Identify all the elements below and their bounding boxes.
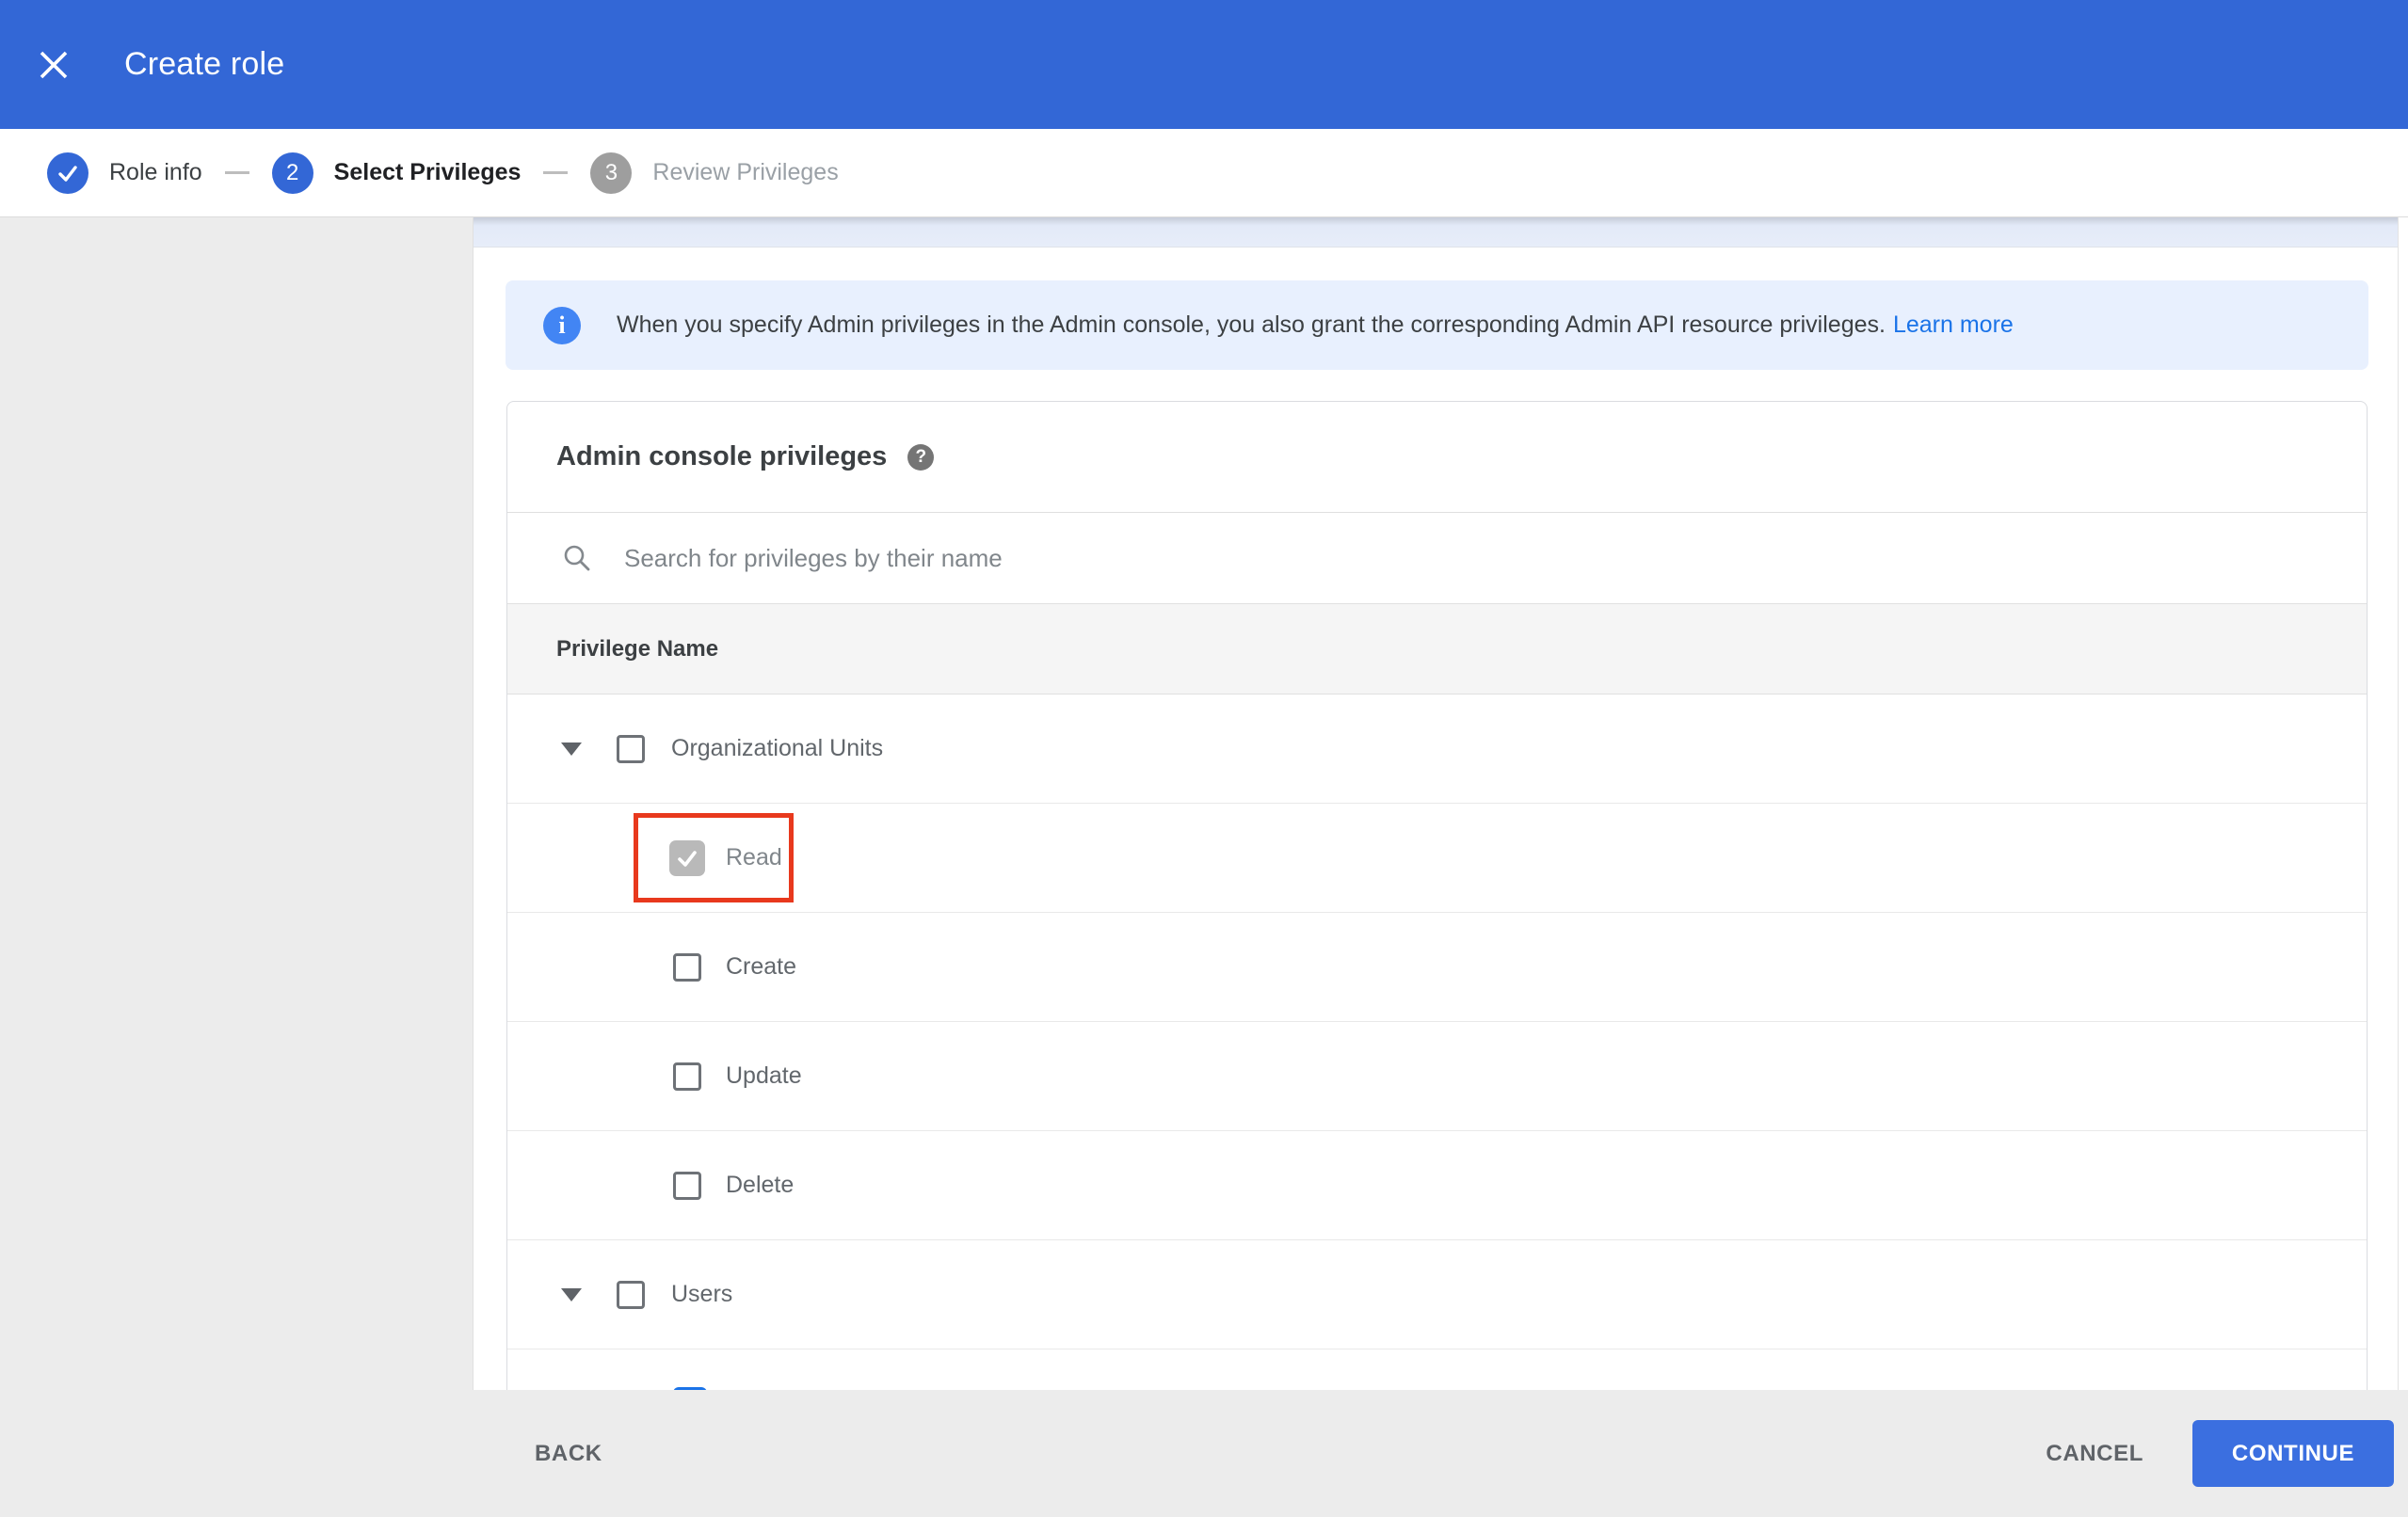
table-row: Organizational Units [507, 695, 2367, 804]
table-row: Update [507, 1022, 2367, 1131]
privilege-label: Create [726, 953, 797, 980]
step-select-privileges[interactable]: 2 Select Privileges [271, 152, 522, 194]
step-number-badge: 2 [271, 152, 313, 194]
scroll-shadow-strip [474, 217, 2398, 248]
table-header: Privilege Name [507, 603, 2367, 695]
search-icon [564, 545, 590, 571]
continue-button[interactable]: CONTINUE [2192, 1420, 2394, 1487]
cancel-button[interactable]: CANCEL [2046, 1441, 2143, 1467]
search-input[interactable] [624, 543, 2036, 573]
checkbox-unchecked[interactable] [617, 1280, 645, 1309]
privilege-label: Users [671, 1281, 733, 1307]
chevron-down-icon[interactable] [561, 742, 582, 756]
close-icon[interactable] [21, 32, 87, 98]
scroll-content[interactable]: i When you specify Admin privileges in t… [474, 217, 2398, 1390]
step-label: Select Privileges [333, 159, 522, 185]
info-banner: i When you specify Admin privileges in t… [506, 280, 2368, 370]
table-row: Delete [507, 1131, 2367, 1240]
privilege-label: Organizational Units [671, 735, 884, 761]
step-label: Review Privileges [652, 159, 839, 185]
step-divider [543, 171, 569, 174]
step-divider [224, 171, 249, 174]
step-complete-check-icon [47, 152, 88, 194]
table-row: Read [507, 1349, 2367, 1390]
left-spacer-panel [0, 217, 474, 1390]
stepper: Role info 2 Select Privileges 3 Review P… [0, 129, 2408, 217]
table-row: Create [507, 913, 2367, 1022]
step-number-badge: 3 [590, 152, 633, 194]
info-icon: i [543, 306, 581, 344]
checkbox-unchecked[interactable] [673, 952, 701, 982]
privilege-label: Delete [726, 1172, 795, 1198]
chevron-down-icon[interactable] [561, 1287, 582, 1301]
dialog-header: Create role [0, 0, 2408, 129]
privilege-table: Organizational Units Read Create Update Del… [507, 695, 2367, 1390]
checkbox-checked-disabled[interactable] [669, 839, 705, 876]
search-bar[interactable] [507, 512, 2367, 603]
checkbox-unchecked[interactable] [617, 734, 645, 763]
column-header-privilege-name: Privilege Name [556, 635, 719, 662]
step-review-privileges[interactable]: 3 Review Privileges [590, 152, 839, 194]
privileges-card: Admin console privileges ? Privilege Nam… [506, 401, 2368, 1390]
privilege-label: Read [726, 844, 782, 870]
table-row: Users [507, 1240, 2367, 1349]
learn-more-link[interactable]: Learn more [1893, 311, 2014, 338]
table-row: Read [507, 804, 2367, 913]
help-icon[interactable]: ? [907, 443, 935, 471]
checkbox-unchecked[interactable] [673, 1062, 701, 1091]
privilege-label: Update [726, 1062, 802, 1089]
step-label: Role info [109, 159, 202, 185]
banner-text: When you specify Admin privileges in the… [617, 311, 1886, 338]
checkbox-unchecked[interactable] [673, 1171, 701, 1200]
back-button[interactable]: BACK [535, 1441, 602, 1467]
step-role-info[interactable]: Role info [47, 152, 202, 194]
page-title: Create role [124, 46, 285, 82]
scrollbar-gutter[interactable] [2398, 217, 2408, 1390]
card-title: Admin console privileges [556, 441, 888, 471]
footer-bar: BACK CANCEL CONTINUE [0, 1390, 2408, 1517]
